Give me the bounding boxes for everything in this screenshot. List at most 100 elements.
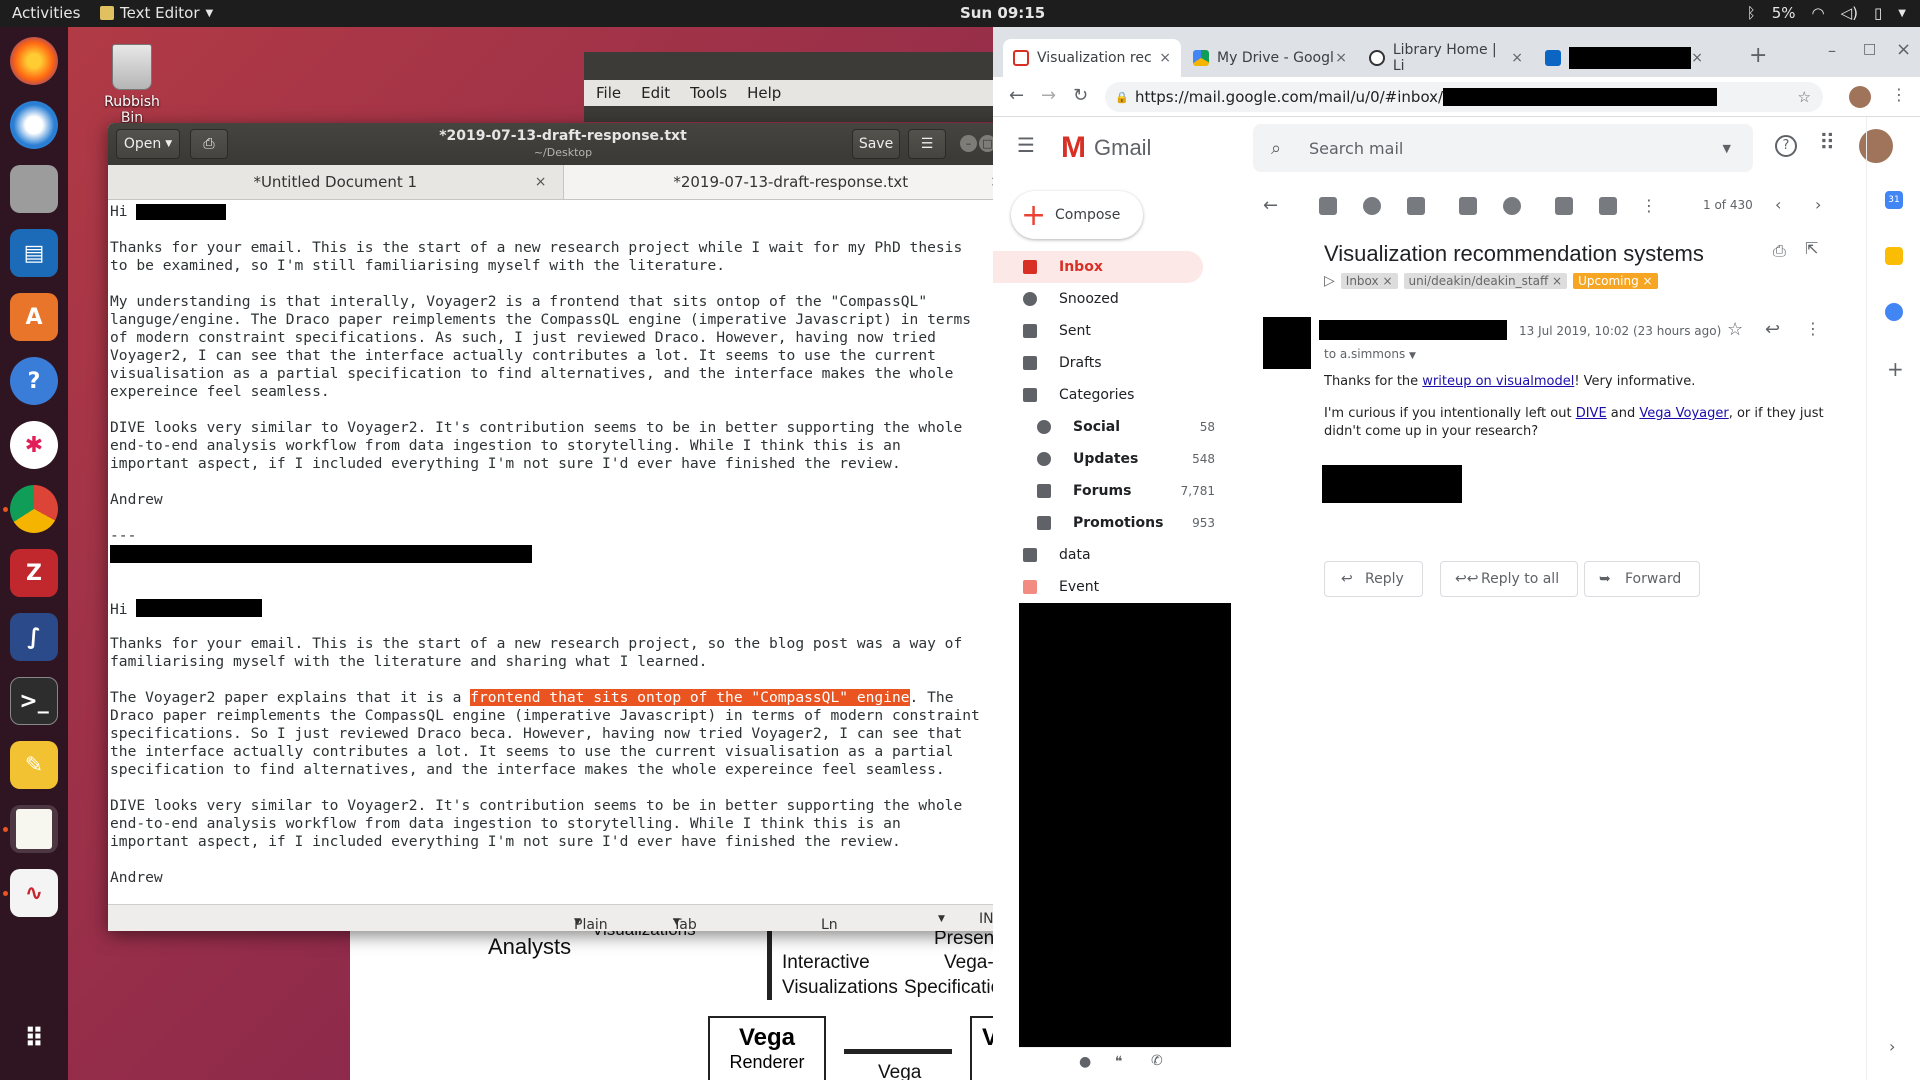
expand-panel-icon[interactable]: › [1889,1037,1895,1056]
reply-icon[interactable]: ↩ [1765,319,1780,340]
mark-unread-icon[interactable] [1459,197,1477,215]
snooze-icon[interactable] [1503,197,1521,215]
nav-label-event[interactable]: Event [993,571,1233,603]
star-icon[interactable]: ☆ [1798,88,1811,106]
more-icon[interactable]: ⋮ [1805,319,1821,338]
labels-icon[interactable] [1599,197,1617,215]
reply-all-button[interactable]: ↩↩ Reply to all [1440,561,1579,597]
tab-draft-response[interactable]: *2019-07-13-draft-response.txt × [562,165,1018,199]
menu-help[interactable]: Help [747,84,781,102]
close-icon[interactable]: × [1691,50,1703,66]
email-recipients[interactable]: to a.simmons ▼ [1324,347,1416,361]
chrome-icon[interactable] [10,485,58,533]
calendar-icon[interactable]: 31 [1885,191,1903,209]
menu-file[interactable]: File [596,84,621,102]
archive-icon[interactable] [1319,197,1337,215]
profile-avatar[interactable] [1849,86,1871,108]
hamburger-menu-button[interactable]: ☰ [908,129,946,159]
star-icon[interactable]: ☆ [1727,319,1743,340]
rubbish-bin[interactable]: Rubbish Bin [92,44,172,126]
terminal-icon[interactable]: >_ [10,677,58,725]
chrome-tab-library[interactable]: Library Home | Li × [1359,39,1533,77]
address-bar[interactable]: 🔒 https://mail.google.com/mail/u/0/#inbo… [1105,82,1823,112]
close-icon[interactable]: × [1335,50,1347,66]
close-icon[interactable]: × [1511,50,1523,66]
writeup-link[interactable]: writeup on visualmodel [1422,374,1574,389]
minimize-button[interactable]: – [960,135,977,152]
app-menu[interactable]: Text Editor ▼ [100,4,213,22]
back-icon[interactable]: ← [1009,85,1024,106]
print-icon[interactable]: ⎙ [1773,241,1786,261]
nav-social[interactable]: Social 58 [993,411,1233,443]
reload-icon[interactable]: ↻ [1073,85,1088,106]
phone-icon[interactable]: ✆ [1151,1053,1163,1069]
help-icon[interactable]: ? [10,357,58,405]
importance-marker-icon[interactable]: ▷ [1324,273,1335,289]
show-apps-icon[interactable]: ⠿ [10,1015,58,1063]
newer-icon[interactable]: ‹ [1775,195,1781,214]
search-options-icon[interactable]: ▼ [1723,142,1731,155]
nav-promotions[interactable]: Promotions 953 [993,507,1233,539]
thunderbird-icon[interactable] [10,101,58,149]
older-icon[interactable]: › [1815,195,1821,214]
label-chip[interactable]: Upcoming × [1573,273,1658,289]
document-viewer-icon[interactable]: ∿ [10,869,58,917]
save-button[interactable]: Save [852,129,900,159]
nav-snoozed[interactable]: Snoozed [993,283,1233,315]
nav-forums[interactable]: Forums 7,781 [993,475,1233,507]
compose-button[interactable]: + Compose [1011,191,1143,239]
open-new-window-icon[interactable]: ⇱ [1805,239,1818,258]
keep-icon[interactable] [1885,247,1903,265]
zotero-icon[interactable]: Z [10,549,58,597]
delete-icon[interactable] [1407,197,1425,215]
person-icon[interactable]: ● [1079,1054,1091,1070]
back-to-inbox-icon[interactable]: ← [1263,195,1278,216]
forward-icon[interactable]: → [1041,85,1056,106]
search-input[interactable]: ⌕ Search mail ▼ [1253,124,1753,172]
firefox-icon[interactable] [10,37,58,85]
menu-edit[interactable]: Edit [641,84,670,102]
chrome-tab-linkedin[interactable]: × [1535,39,1713,77]
chrome-tab-gmail[interactable]: Visualization rec × [1003,39,1181,77]
tasks-icon[interactable] [1885,303,1903,321]
label-chip[interactable]: Inbox × [1340,273,1398,289]
tab-untitled-document[interactable]: *Untitled Document 1 × [108,165,563,199]
move-to-icon[interactable] [1555,197,1573,215]
text-editor-icon[interactable] [10,805,58,853]
nav-label-data[interactable]: data [993,539,1233,571]
chevron-down-icon[interactable]: ▼ [938,914,945,924]
add-addon-icon[interactable]: + [1887,357,1904,381]
close-icon[interactable]: × [535,174,547,190]
nav-sent[interactable]: Sent [993,315,1233,347]
editor-text-area[interactable]: Hi Thanks for your email. This is the st… [110,203,1016,931]
minimize-button[interactable]: – [1828,41,1836,60]
report-spam-icon[interactable] [1363,197,1381,215]
close-button[interactable]: × [1896,39,1911,60]
close-icon[interactable]: × [1159,50,1171,66]
nav-drafts[interactable]: Drafts [993,347,1233,379]
new-tab-icon[interactable]: + [1749,43,1767,68]
nav-categories[interactable]: Categories [993,379,1233,411]
reply-button[interactable]: ↩ Reply [1324,561,1423,597]
apps-grid-icon[interactable]: ⠿ [1819,131,1835,156]
vega-voyager-link[interactable]: Vega Voyager [1639,406,1728,421]
hangouts-icon[interactable]: ❝ [1115,1054,1123,1070]
more-icon[interactable]: ⋮ [1641,196,1657,215]
inkscape-icon[interactable]: ∫ [10,613,58,661]
chrome-tab-drive[interactable]: My Drive - Googl × [1183,39,1357,77]
forward-button[interactable]: ➥ Forward [1584,561,1701,597]
slack-icon[interactable]: ✱ [10,421,58,469]
files-icon[interactable] [10,165,58,213]
activities-button[interactable]: Activities [12,4,80,22]
sender-avatar[interactable] [1263,317,1311,369]
maximize-button[interactable]: □ [1863,41,1876,57]
nav-inbox[interactable]: Inbox [993,251,1203,283]
gmail-logo[interactable]: M Gmail [1061,131,1151,165]
software-center-icon[interactable]: A [10,293,58,341]
nav-updates[interactable]: Updates 548 [993,443,1233,475]
label-chip[interactable]: uni/deakin/deakin_staff × [1403,273,1568,289]
writer-icon[interactable]: ▤ [10,229,58,277]
dive-link[interactable]: DIVE [1576,406,1607,421]
notes-icon[interactable]: ✎ [10,741,58,789]
main-menu-icon[interactable]: ☰ [1017,133,1035,157]
